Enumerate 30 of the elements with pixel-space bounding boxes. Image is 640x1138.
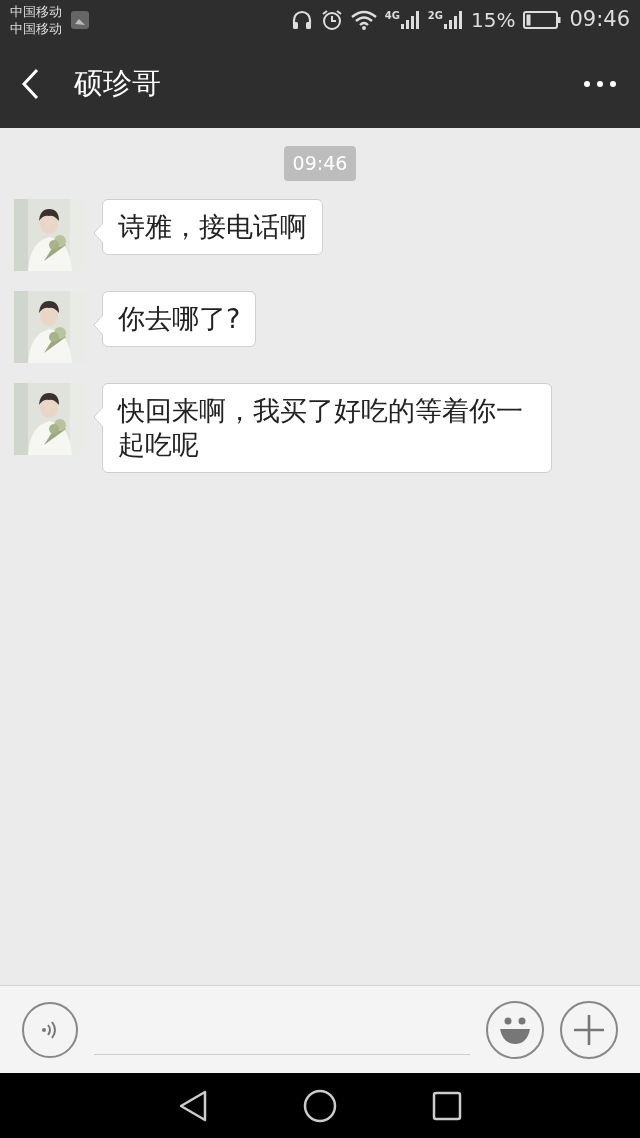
- more-icon: [584, 81, 616, 87]
- status-time: 09:46: [569, 6, 630, 34]
- wifi-icon: [350, 10, 377, 30]
- emoji-button[interactable]: [486, 1000, 544, 1059]
- back-icon: [20, 68, 40, 100]
- voice-button[interactable]: [22, 1001, 78, 1058]
- battery-icon: [523, 11, 562, 29]
- signal-icon: [399, 10, 420, 30]
- plus-icon: [573, 1013, 605, 1046]
- carrier-name: 中国移动: [10, 20, 62, 37]
- headphones-icon: [290, 9, 313, 31]
- message-bubble: 你去哪了?: [102, 291, 257, 347]
- battery-percent: 15%: [471, 7, 516, 34]
- chat-title: 硕珍哥: [74, 65, 161, 103]
- recents-button[interactable]: [432, 1090, 463, 1121]
- nav-back-button[interactable]: [177, 1089, 208, 1122]
- triangle-icon: [177, 1089, 208, 1122]
- timestamp: 09:46: [283, 146, 357, 181]
- message-bubble: 快回来啊，我买了好吃的等着你一起吃呢: [102, 383, 552, 473]
- signal-icon: [443, 10, 463, 30]
- home-button[interactable]: [303, 1088, 337, 1123]
- image-icon: [70, 10, 90, 30]
- network-type-label: 2G: [427, 11, 443, 21]
- alarm-icon: [320, 9, 343, 31]
- circle-icon: [303, 1088, 337, 1123]
- square-icon: [432, 1090, 463, 1121]
- message-bubble: 诗雅，接电话啊: [102, 199, 323, 255]
- carrier-name: 中国移动: [10, 3, 62, 20]
- network-type-label: 4G: [384, 11, 400, 21]
- add-button[interactable]: [560, 1000, 618, 1059]
